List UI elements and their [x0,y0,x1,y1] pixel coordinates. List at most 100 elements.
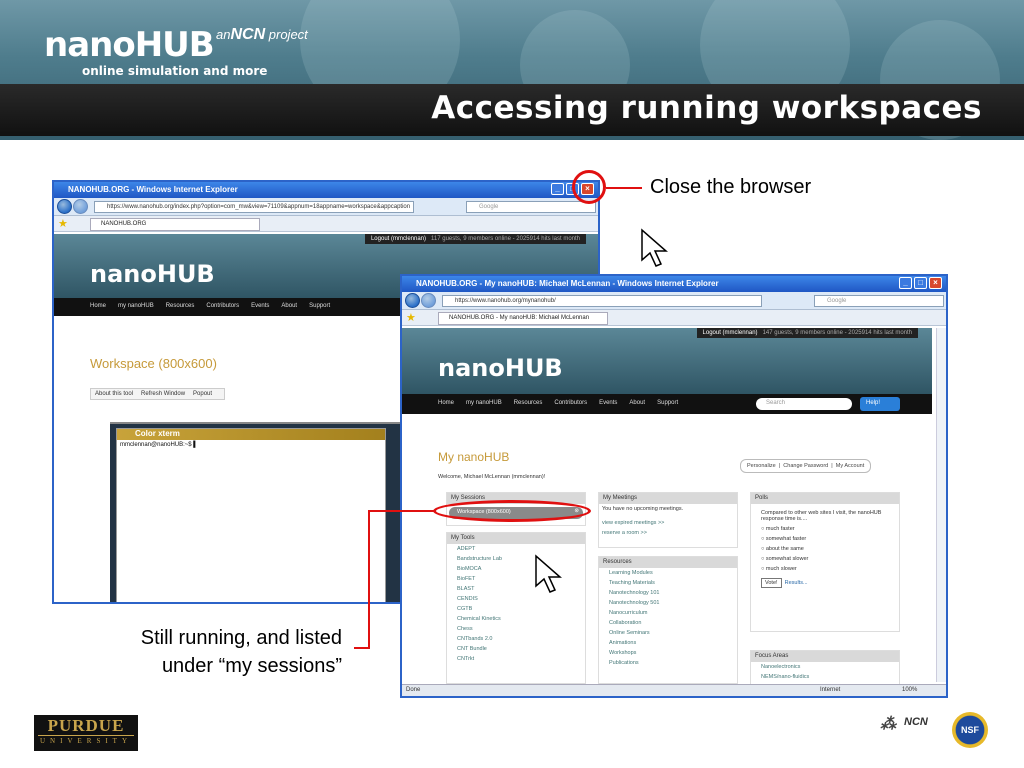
nav-events[interactable]: Events [251,303,269,309]
back-arrow-icon[interactable] [57,199,72,214]
vote-button[interactable]: Vote! [761,578,782,588]
still-running-annotation: Still running, and listed under “my sess… [140,627,342,677]
url-field[interactable]: https://www.nanohub.org/mynanohub/ [442,295,762,307]
expired-meetings-link[interactable]: view expired meetings >> [599,518,737,528]
tool-link[interactable]: CENDIS [447,594,585,604]
resource-link[interactable]: Collaboration [599,618,737,628]
meetings-text: You have no upcoming meetings. [602,506,684,512]
purdue-logo: PURDUE UNIVERSITY [34,715,138,751]
tool-link[interactable]: CNTbands 2.0 [447,634,585,644]
popout-button[interactable]: Popout [193,391,212,397]
resource-link[interactable]: Animations [599,638,737,648]
minimize-button[interactable]: _ [899,277,912,289]
nav-home[interactable]: Home [438,400,454,406]
account-buttons: Personalize | Change Password | My Accou… [740,459,872,473]
nav-my-nanohub[interactable]: my nanoHUB [118,303,154,309]
search-field[interactable]: Google [814,295,944,307]
refresh-window-button[interactable]: Refresh Window [141,391,185,397]
back-arrow-icon[interactable] [405,293,420,308]
address-bar: https://www.nanohub.org/mynanohub/ Googl… [402,292,946,310]
nav-about[interactable]: About [629,400,645,406]
xterm-window[interactable]: Color xterm mmclennan@nanoHUB:~$ ▌ [116,428,386,602]
forward-arrow-icon[interactable] [421,293,436,308]
nav-events[interactable]: Events [599,400,617,406]
workspace-title: Workspace (800x600) [90,356,217,371]
my-account-button[interactable]: My Account [836,463,864,469]
results-link[interactable]: Results... [785,580,808,586]
address-bar: https://www.nanohub.org/index.php?option… [54,198,598,216]
favorites-star-icon[interactable]: ★ [406,311,416,324]
resource-link[interactable]: Publications [599,658,737,668]
close-browser-annotation: Close the browser [650,176,812,198]
xterm-prompt[interactable]: mmclennan@nanoHUB:~$ ▌ [117,440,385,450]
poll-option[interactable]: ○ about the same [751,544,899,554]
slide: nanoHUB online simulation and more anNCN… [0,0,1024,768]
tool-link[interactable]: Chemical Kinetics [447,614,585,624]
poll-option[interactable]: ○ much slower [751,564,899,574]
resource-link[interactable]: Workshops [599,648,737,658]
meetings-header: My Meetings [599,493,737,504]
tool-link[interactable]: CNT Bundle [447,644,585,654]
nav-support[interactable]: Support [657,400,678,406]
zoom-level[interactable]: 100% [902,687,917,693]
tool-link[interactable]: BioFET [447,574,585,584]
resource-link[interactable]: Nanotechnology 101 [599,588,737,598]
tool-link[interactable]: ADEPT [447,544,585,554]
tool-link[interactable]: CGTB [447,604,585,614]
poll-option[interactable]: ○ somewhat faster [751,534,899,544]
site-logo: nanoHUB [90,260,215,288]
nav-my-nanohub[interactable]: my nanoHUB [466,400,502,406]
focus-link[interactable]: Nanoelectronics [751,662,899,672]
resource-link[interactable]: Online Seminars [599,628,737,638]
browser-tab[interactable]: NANOHUB.ORG - My nanoHUB: Michael McLenn… [438,312,608,325]
resource-link[interactable]: Nanocurriculum [599,608,737,618]
browser-tab[interactable]: NANOHUB.ORG [90,218,260,231]
session-callout-line-b [354,647,370,649]
polls-panel: Polls Compared to other web sites I visi… [750,492,900,632]
focus-areas-panel: Focus Areas Nanoelectronics NEMS/nano-fl… [750,650,900,686]
site-search-input[interactable]: Search [756,398,852,410]
nav-contributors[interactable]: Contributors [554,400,587,406]
mouse-cursor-icon [641,228,668,267]
url-field[interactable]: https://www.nanohub.org/index.php?option… [94,201,414,213]
search-field[interactable]: Google [466,201,596,213]
personalize-button[interactable]: Personalize [747,463,776,469]
logout-link[interactable]: Logout (mmclennan) 147 guests, 9 members… [696,328,918,338]
zone-text: Internet [820,687,841,693]
maximize-button[interactable]: □ [914,277,927,289]
nav-support[interactable]: Support [309,303,330,309]
nav-about[interactable]: About [281,303,297,309]
nav-home[interactable]: Home [90,303,106,309]
nav-resources[interactable]: Resources [514,400,543,406]
minimize-button[interactable]: _ [551,183,564,195]
tool-link[interactable]: CNTrkt [447,654,585,664]
change-password-button[interactable]: Change Password [783,463,828,469]
window-titlebar: NANOHUB.ORG - Windows Internet Explorer … [54,182,598,198]
tool-link[interactable]: Chess [447,624,585,634]
about-tool-button[interactable]: About this tool [95,391,133,397]
help-button[interactable]: Help! [860,397,900,411]
favorites-star-icon[interactable]: ★ [58,217,68,230]
resource-link[interactable]: Teaching Materials [599,578,737,588]
logout-link[interactable]: Logout (mmclennan) 117 guests, 9 members… [364,234,586,244]
nav-contributors[interactable]: Contributors [206,303,239,309]
forward-arrow-icon[interactable] [73,199,88,214]
nav-resources[interactable]: Resources [166,303,195,309]
focus-header: Focus Areas [751,651,899,662]
tab-bar: ★ NANOHUB.ORG - My nanoHUB: Michael McLe… [402,310,946,326]
session-highlight [433,500,591,522]
resource-link[interactable]: Nanotechnology 501 [599,598,737,608]
page-title: My nanoHUB [438,450,510,464]
poll-option[interactable]: ○ somewhat slower [751,554,899,564]
resource-link[interactable]: Learning Modules [599,568,737,578]
tool-link[interactable]: Bandstructure Lab [447,554,585,564]
close-button[interactable]: × [929,277,942,289]
tool-link[interactable]: BLAST [447,584,585,594]
scrollbar[interactable] [936,328,946,682]
poll-option[interactable]: ○ much faster [751,524,899,534]
tool-link[interactable]: BioMOCA [447,564,585,574]
focus-link[interactable]: NEMS/nano-fluidics [751,672,899,682]
session-callout-line-v [368,510,370,648]
welcome-text: Welcome, Michael McLennan (mmclennan)! [438,474,546,480]
reserve-room-link[interactable]: reserve a room >> [599,528,737,538]
